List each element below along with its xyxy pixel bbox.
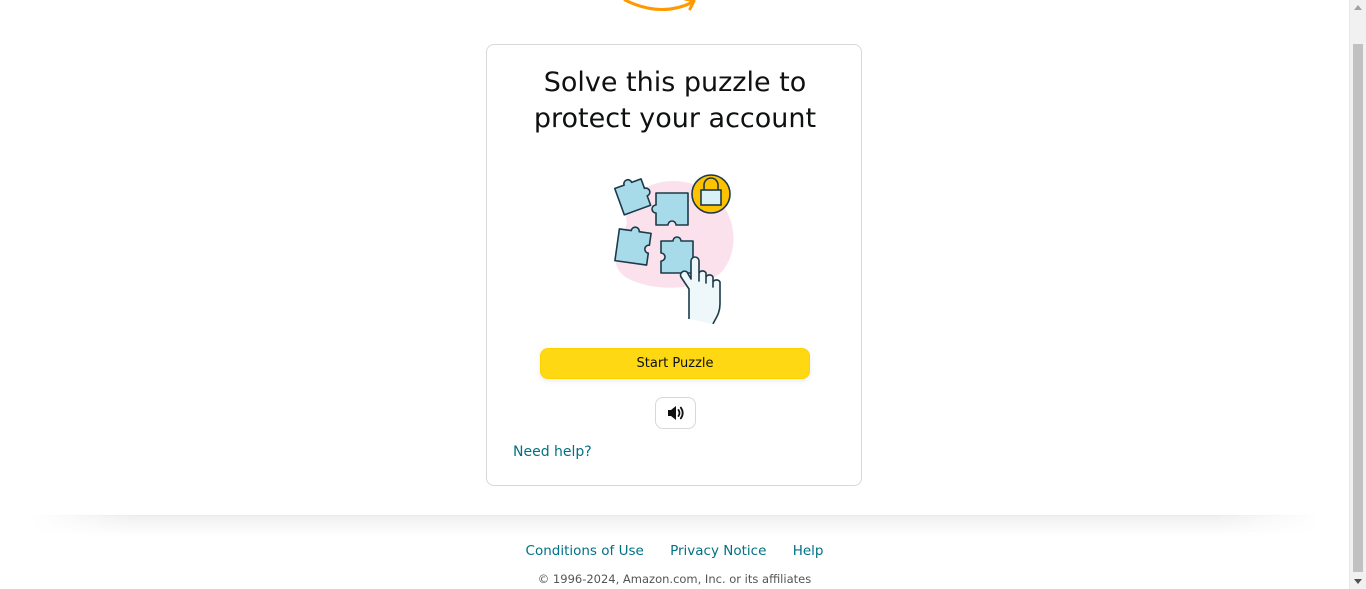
footer-links: Conditions of Use Privacy Notice Help [0, 543, 1349, 559]
puzzle-card: Solve this puzzle to protect your accoun… [486, 44, 862, 486]
conditions-of-use-link[interactable]: Conditions of Use [526, 543, 644, 559]
title-line-2: protect your account [533, 103, 817, 134]
copyright-text: © 1996-2024, Amazon.com, Inc. or its aff… [537, 572, 812, 586]
title-line-1: Solve this puzzle to [543, 67, 807, 98]
page-title: Solve this puzzle to protect your accoun… [487, 65, 863, 137]
puzzle-lock-hand-icon [613, 174, 734, 325]
scroll-down-arrow-icon[interactable] [1354, 579, 1362, 584]
scroll-thumb[interactable] [1353, 44, 1363, 572]
speaker-icon [667, 406, 684, 420]
scroll-up-arrow-icon[interactable] [1354, 5, 1362, 10]
vertical-scrollbar[interactable] [1349, 0, 1366, 589]
need-help-link[interactable]: Need help? [513, 444, 592, 460]
amazon-logo[interactable] [621, 0, 731, 16]
help-link[interactable]: Help [793, 543, 824, 559]
footer-divider [30, 515, 1320, 536]
start-puzzle-button[interactable]: Start Puzzle [540, 348, 810, 379]
amazon-logo-mark [623, 0, 696, 12]
privacy-notice-link[interactable]: Privacy Notice [670, 543, 766, 559]
page: Solve this puzzle to protect your accoun… [0, 0, 1349, 589]
puzzle-illustration [609, 169, 744, 325]
audio-challenge-button[interactable] [655, 397, 696, 429]
